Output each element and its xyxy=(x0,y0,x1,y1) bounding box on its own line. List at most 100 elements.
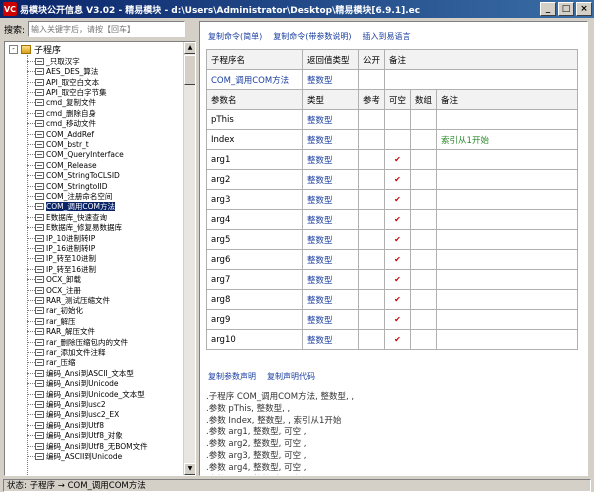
tree-item[interactable]: 编码_ASCII到Unicode xyxy=(27,452,122,462)
parameter-row[interactable]: Index 整数型 索引从1开始 xyxy=(206,129,578,150)
param-note xyxy=(436,209,578,230)
tree-root[interactable]: - 子程序 xyxy=(9,44,61,56)
tree-item[interactable]: 编码_Ansi到Unicode xyxy=(27,379,119,389)
tree-item[interactable]: 编码_Ansi到Utf8_无BOM文件 xyxy=(27,441,148,451)
parameter-row[interactable]: arg3 整数型 ✔ xyxy=(206,189,578,210)
tree-connector xyxy=(27,268,35,270)
parameter-row[interactable]: arg2 整数型 ✔ xyxy=(206,169,578,190)
tree-item[interactable]: RAR_解压文件 xyxy=(27,327,95,337)
tree-item-label: 编码_Ansi到Unicode_文本型 xyxy=(46,389,145,399)
param-ref xyxy=(357,249,386,270)
tree-item[interactable]: rar_压缩 xyxy=(27,358,76,368)
tree-item-label: E数据库_快速查询 xyxy=(46,212,107,222)
folder-icon xyxy=(21,45,31,54)
tree-item[interactable]: API_取空白文本 xyxy=(27,77,99,87)
column-header: 子程序名 xyxy=(206,49,303,70)
copy-declaration-link[interactable]: 复制声明代码 xyxy=(267,371,315,382)
tree-item[interactable]: COM_StringtoIID xyxy=(27,181,107,191)
parameter-row[interactable]: arg10 整数型 ✔ xyxy=(206,329,578,350)
param-type: 整数型 xyxy=(302,209,359,230)
tree-item[interactable]: 编码_Ansi到ASCII_文本型 xyxy=(27,369,134,379)
subroutine-row[interactable]: COM_调用COM方法 整数型 xyxy=(206,69,578,90)
tree-item[interactable]: COM_QueryInterface xyxy=(27,150,124,160)
subroutine-table: 子程序名 返回值类型 公开 备注 COM_调用COM方法 整数型 xyxy=(206,49,578,90)
subroutine-icon xyxy=(35,276,44,284)
tree-item[interactable]: OCX_卸载 xyxy=(27,275,81,285)
tree-scrollbar[interactable]: ▲ ▼ xyxy=(183,42,195,475)
copy-link[interactable]: 复制命令(带参数说明) xyxy=(273,31,351,42)
tree-item[interactable]: rar_解压 xyxy=(27,317,76,327)
tree-item-label: rar_解压 xyxy=(46,316,76,326)
tree-item-label: COM_Release xyxy=(46,160,97,170)
subroutine-public xyxy=(357,69,386,90)
subroutine-icon xyxy=(35,452,44,460)
copy-link[interactable]: 复制命令(简单) xyxy=(208,31,262,42)
maximize-button[interactable]: □ xyxy=(558,2,574,16)
column-header: 备注 xyxy=(436,89,578,110)
scroll-up-icon[interactable]: ▲ xyxy=(184,42,195,54)
parameter-row[interactable]: arg5 整数型 ✔ xyxy=(206,229,578,250)
subroutine-icon xyxy=(35,380,44,388)
subroutine-icon xyxy=(35,307,44,315)
tree-item[interactable]: E数据库_快速查询 xyxy=(27,213,107,223)
copy-link[interactable]: 插入到易语言 xyxy=(363,31,411,42)
scroll-down-icon[interactable]: ▼ xyxy=(184,463,195,475)
subroutine-icon xyxy=(35,359,44,367)
tree-connector xyxy=(27,289,35,291)
tree-item[interactable]: 编码_Ansi到usc2 xyxy=(27,400,106,410)
param-note xyxy=(436,109,578,130)
tree-item[interactable]: COM_调用COM方法 xyxy=(27,201,116,213)
subroutine-icon xyxy=(35,203,44,211)
tree-item-label: COM_StringToCLSID xyxy=(46,171,120,181)
tree-connector xyxy=(27,258,35,260)
parameter-row[interactable]: arg7 整数型 ✔ xyxy=(206,269,578,290)
parameter-row[interactable]: arg1 整数型 ✔ xyxy=(206,149,578,170)
tree-item[interactable]: IP_转至10进制 xyxy=(27,254,96,264)
tree-item[interactable]: COM_Release xyxy=(27,161,97,171)
tree-item[interactable]: cmd_删除自身 xyxy=(27,109,96,119)
search-input[interactable] xyxy=(28,21,186,37)
subroutine-icon xyxy=(35,120,44,128)
tree-item[interactable]: COM_StringToCLSID xyxy=(27,171,120,181)
param-nullable: ✔ xyxy=(384,169,412,190)
param-array xyxy=(410,329,438,350)
minimize-button[interactable]: _ xyxy=(540,2,556,16)
close-button[interactable]: × xyxy=(576,2,592,16)
tree-item[interactable]: rar_初始化 xyxy=(27,306,83,316)
parameter-row[interactable]: arg6 整数型 ✔ xyxy=(206,249,578,270)
tree-item[interactable]: cmd_复制文件 xyxy=(27,98,96,108)
tree-item[interactable]: IP_16进制转IP xyxy=(27,244,95,254)
tree-item[interactable]: IP_10进制转IP xyxy=(27,233,95,243)
parameter-row[interactable]: arg4 整数型 ✔ xyxy=(206,209,578,230)
tree-item[interactable]: cmd_移动文件 xyxy=(27,119,96,129)
tree-item[interactable]: RAR_测试压缩文件 xyxy=(27,296,110,306)
tree-item[interactable]: 编码_Ansi到Utf8 xyxy=(27,421,104,431)
tree-item[interactable]: API_取空白字节集 xyxy=(27,88,107,98)
tree-item[interactable]: rar_删除压缩包内的文件 xyxy=(27,337,128,347)
tree-item[interactable]: E数据库_修复易数据库 xyxy=(27,223,122,233)
collapse-icon[interactable]: - xyxy=(9,45,18,54)
tree-item[interactable]: _只取汉字 xyxy=(27,57,80,67)
tree-item[interactable]: IP_转至16进制 xyxy=(27,265,96,275)
tree-item[interactable]: 编码_Ansi到Unicode_文本型 xyxy=(27,389,145,399)
subroutine-icon xyxy=(35,224,44,232)
column-header: 返回值类型 xyxy=(302,49,359,70)
tree-item[interactable]: OCX_注册 xyxy=(27,285,81,295)
parameter-row[interactable]: arg9 整数型 ✔ xyxy=(206,309,578,330)
subroutine-icon xyxy=(35,130,44,138)
tree-item[interactable]: 编码_Ansi到Utf8_对象 xyxy=(27,431,123,441)
param-name: arg10 xyxy=(206,329,303,350)
tree-item[interactable]: AES_DES_算法 xyxy=(27,67,98,77)
copy-declaration-link[interactable]: 复制参数声明 xyxy=(208,371,256,382)
scrollbar-thumb[interactable] xyxy=(184,55,195,85)
parameter-row[interactable]: arg8 整数型 ✔ xyxy=(206,289,578,310)
tree-item[interactable]: 编码_Ansi到usc2_EX xyxy=(27,410,119,420)
tree-connector xyxy=(27,143,35,145)
param-type: 整数型 xyxy=(302,329,359,350)
tree-item[interactable]: COM_AddRef xyxy=(27,129,94,139)
tree-item[interactable]: COM_注册命名空间 xyxy=(27,192,112,202)
tree-item[interactable]: rar_添加文件注释 xyxy=(27,348,106,358)
tree-item[interactable]: COM_bstr_t xyxy=(27,140,89,150)
param-note xyxy=(436,289,578,310)
parameter-row[interactable]: pThis 整数型 xyxy=(206,109,578,130)
